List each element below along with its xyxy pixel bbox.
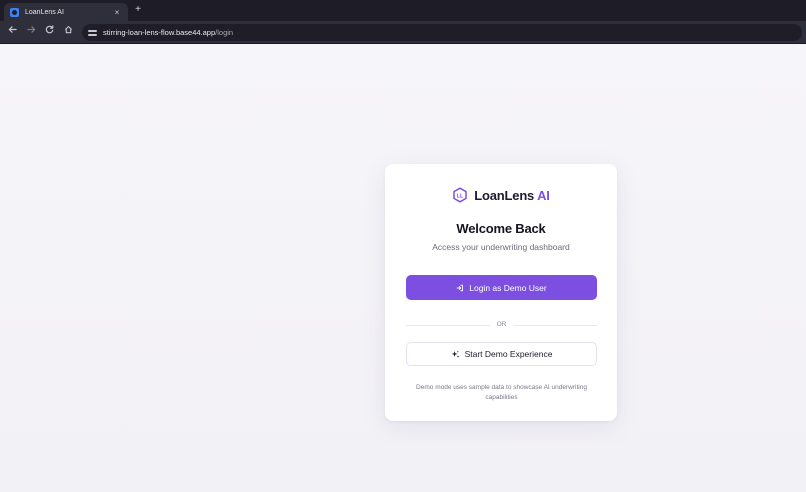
or-divider: OR (406, 320, 597, 330)
browser-tab-strip: LoanLens AI × + (0, 0, 806, 21)
browser-tab[interactable]: LoanLens AI × (4, 3, 128, 21)
browser-toolbar: stirring-loan-lens-flow.base44.app/login (0, 21, 806, 44)
brand-accent: AI (537, 187, 550, 203)
brand-name: LoanLens (474, 187, 535, 203)
start-demo-label: Start Demo Experience (464, 349, 553, 359)
site-settings-icon[interactable] (88, 28, 97, 37)
tab-favicon-icon (10, 7, 19, 17)
brand-header: LL LoanLens AI (385, 186, 617, 204)
hexagon-logo-icon: LL (453, 187, 468, 203)
address-bar[interactable]: stirring-loan-lens-flow.base44.app/login (82, 24, 802, 41)
tab-close-icon[interactable]: × (112, 8, 122, 17)
divider-line-right (513, 325, 597, 326)
reload-icon[interactable] (42, 25, 56, 39)
login-icon (457, 284, 464, 291)
start-demo-button[interactable]: Start Demo Experience (406, 342, 597, 366)
back-arrow-icon[interactable] (5, 25, 19, 39)
page-subtitle: Access your underwriting dashboard (432, 242, 570, 252)
login-card: LL LoanLens AI Welcome Back Access your … (385, 164, 617, 421)
forward-arrow-icon[interactable] (24, 25, 38, 39)
sparkles-icon (451, 350, 459, 358)
login-demo-user-label: Login as Demo User (469, 282, 547, 293)
url-host: stirring-loan-lens-flow.base44.app (103, 28, 216, 37)
tab-title: LoanLens AI (25, 8, 64, 16)
url-path: /login (215, 28, 234, 37)
demo-mode-note: Demo mode uses sample data to showcase A… (416, 384, 587, 401)
page-title: Welcome Back (456, 221, 546, 236)
login-demo-user-button[interactable]: Login as Demo User (406, 275, 597, 300)
new-tab-button[interactable]: + (133, 3, 143, 17)
home-icon[interactable] (61, 25, 75, 39)
logo-monogram: LL (457, 193, 464, 199)
